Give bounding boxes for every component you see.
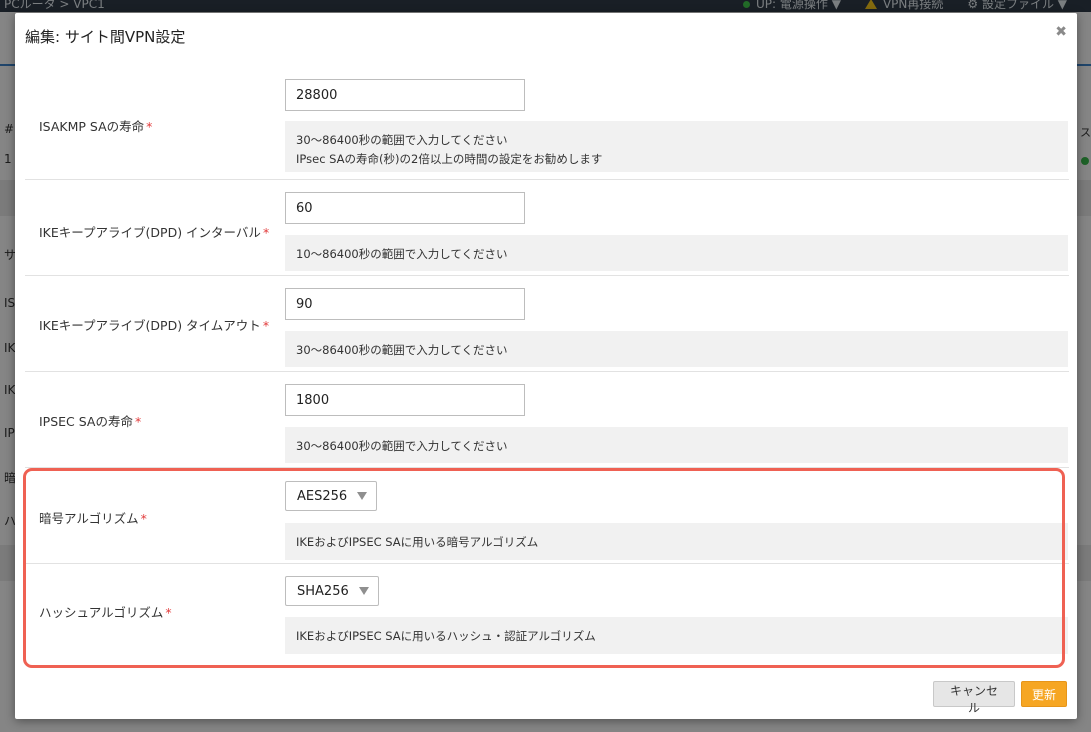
field-isakmp-sa-lifetime: ISAKMP SAの寿命* 30〜86400秒の範囲で入力してください IPse…	[25, 69, 1069, 180]
dialog-title: 編集: サイト間VPN設定	[25, 28, 186, 46]
dialog-footer: キャンセル 更新	[933, 681, 1067, 715]
field-help: 30〜86400秒の範囲で入力してください	[285, 427, 1068, 463]
chevron-down-icon	[358, 587, 369, 595]
help-text: IKEおよびIPSEC SAに用いる暗号アルゴリズム	[296, 535, 539, 549]
help-text: 30〜86400秒の範囲で入力してください	[296, 343, 508, 357]
help-text: 10〜86400秒の範囲で入力してください	[296, 247, 508, 261]
help-text: 30〜86400秒の範囲で入力してください	[296, 439, 508, 453]
field-control	[285, 288, 525, 320]
field-help: IKEおよびIPSEC SAに用いるハッシュ・認証アルゴリズム	[285, 617, 1068, 654]
field-control: AES256	[285, 481, 378, 511]
field-dpd-timeout: IKEキープアライブ(DPD) タイムアウト* 30〜86400秒の範囲で入力し…	[25, 276, 1069, 372]
update-button[interactable]: 更新	[1021, 681, 1067, 707]
vpn-settings-form: ISAKMP SAの寿命* 30〜86400秒の範囲で入力してください IPse…	[25, 69, 1069, 660]
field-control	[285, 79, 525, 111]
dpd-timeout-input[interactable]	[285, 288, 525, 320]
help-text: 30〜86400秒の範囲で入力してください	[296, 133, 508, 147]
field-help: IKEおよびIPSEC SAに用いる暗号アルゴリズム	[285, 523, 1068, 560]
field-control	[285, 192, 525, 224]
field-help: 30〜86400秒の範囲で入力してください	[285, 331, 1068, 367]
dialog-header: 編集: サイト間VPN設定 ✖	[15, 13, 1077, 59]
help-text: IPsec SAの寿命(秒)の2倍以上の時間の設定をお勧めします	[296, 152, 603, 166]
field-control	[285, 384, 525, 416]
cancel-button[interactable]: キャンセル	[933, 681, 1015, 715]
field-label: ISAKMP SAの寿命 *	[39, 119, 153, 134]
field-label: IKEキープアライブ(DPD) インターバル *	[39, 225, 270, 240]
field-help: 30〜86400秒の範囲で入力してください IPsec SAの寿命(秒)の2倍以…	[285, 121, 1068, 172]
field-encryption-algorithm: 暗号アルゴリズム * AES256 IKEおよびIPSEC SAに用いる暗号アルゴ…	[25, 468, 1069, 564]
encryption-algorithm-select[interactable]: AES256	[285, 481, 378, 511]
close-icon[interactable]: ✖	[1055, 24, 1067, 40]
field-label: IKEキープアライブ(DPD) タイムアウト *	[39, 318, 270, 333]
select-value: AES256	[297, 488, 348, 504]
ipsec-sa-lifetime-input[interactable]	[285, 384, 525, 416]
help-text: IKEおよびIPSEC SAに用いるハッシュ・認証アルゴリズム	[296, 629, 596, 643]
field-ipsec-sa-lifetime: IPSEC SAの寿命* 30〜86400秒の範囲で入力してください	[25, 372, 1069, 468]
field-label: IPSEC SAの寿命 *	[39, 414, 142, 429]
field-help: 10〜86400秒の範囲で入力してください	[285, 235, 1068, 271]
isakmp-sa-lifetime-input[interactable]	[285, 79, 525, 111]
field-dpd-interval: IKEキープアライブ(DPD) インターバル* 10〜86400秒の範囲で入力し…	[25, 180, 1069, 276]
field-label: 暗号アルゴリズム *	[39, 511, 147, 526]
edit-vpn-dialog: 編集: サイト間VPN設定 ✖ ISAKMP SAの寿命* 30〜86400秒の…	[15, 13, 1077, 719]
hash-algorithm-select[interactable]: SHA256	[285, 576, 379, 606]
chevron-down-icon	[357, 492, 368, 500]
field-hash-algorithm: ハッシュアルゴリズム * SHA256 IKEおよびIPSEC SAに用いるハッシ…	[25, 564, 1069, 660]
select-value: SHA256	[297, 583, 349, 599]
field-label: ハッシュアルゴリズム *	[39, 605, 172, 620]
field-control: SHA256	[285, 576, 379, 606]
dpd-interval-input[interactable]	[285, 192, 525, 224]
